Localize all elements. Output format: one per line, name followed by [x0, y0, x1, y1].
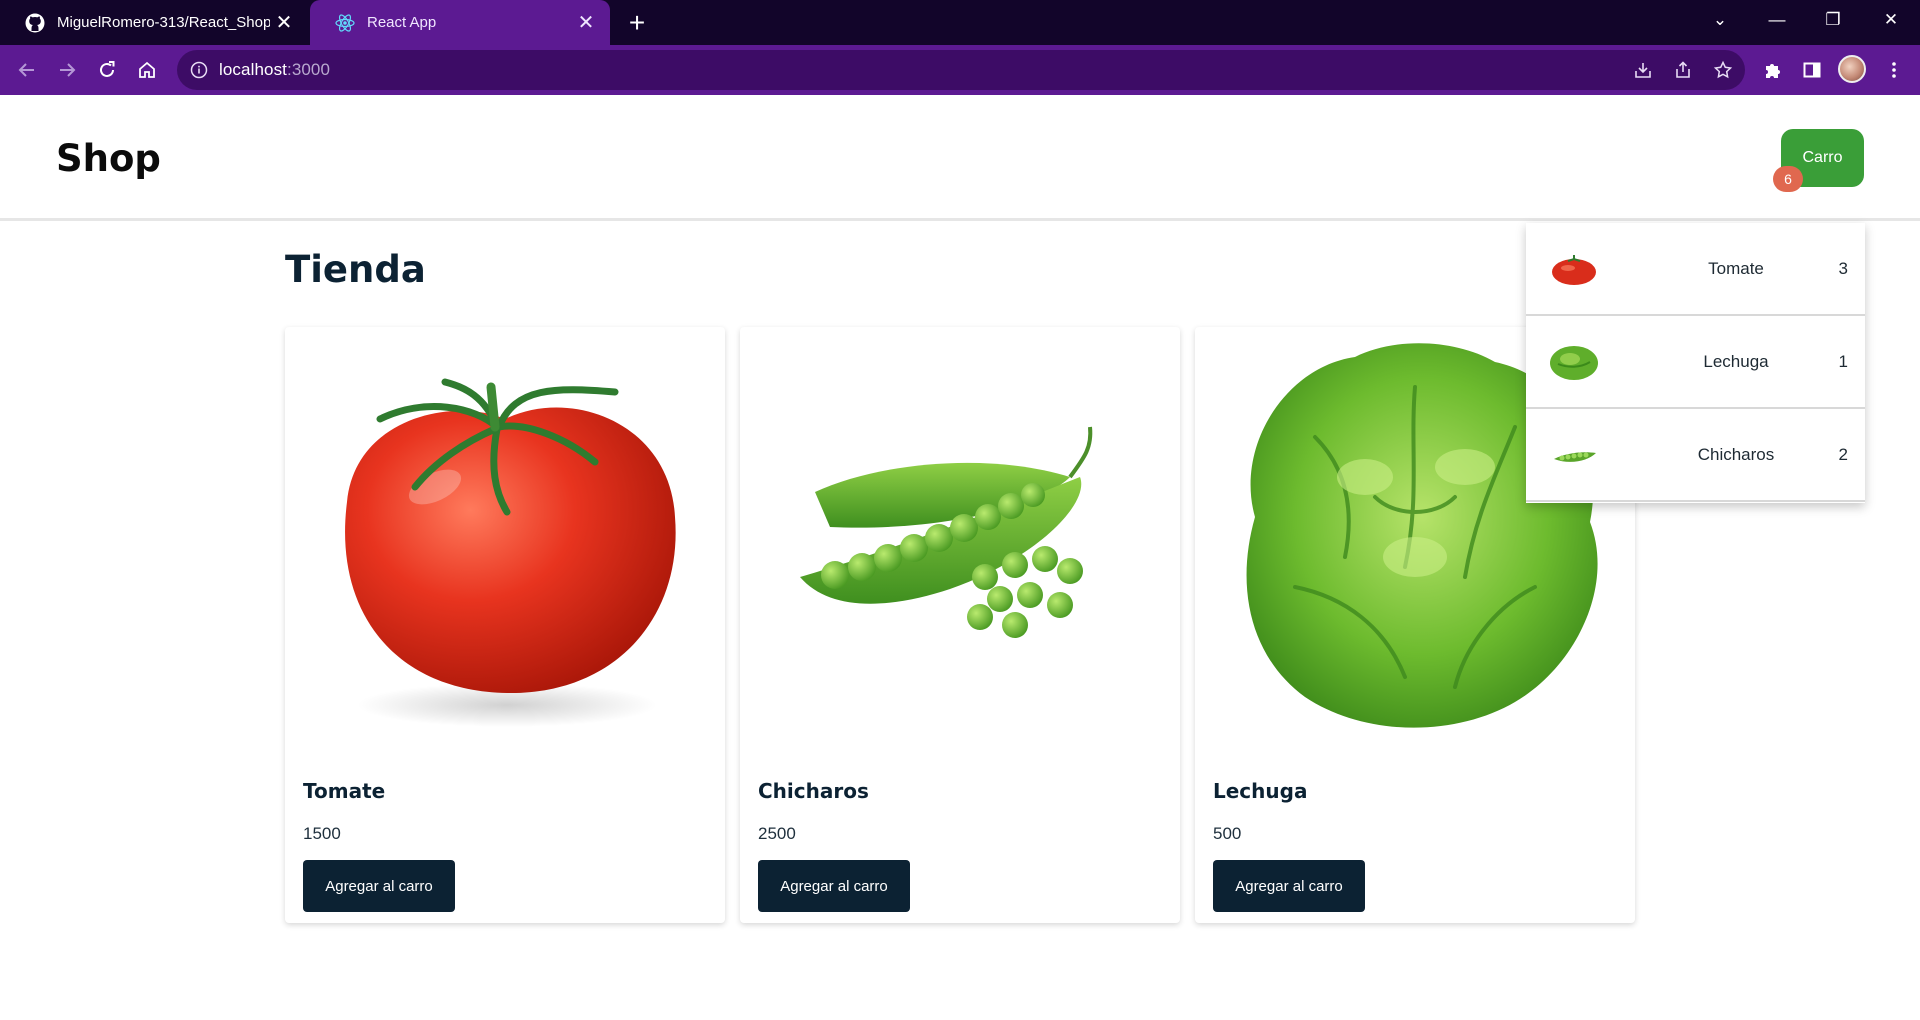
new-tab-button[interactable]: + [622, 7, 652, 38]
address-bar[interactable]: localhost:3000 [177, 50, 1745, 90]
brand-title: Shop [56, 137, 161, 180]
url-host: localhost [219, 60, 287, 79]
cart-dropdown: Tomate 3 Lechuga 1 Chicharos 2 [1526, 223, 1865, 503]
cart-item-quantity: 1 [1838, 351, 1848, 371]
restore-button[interactable]: ❐ [1808, 0, 1858, 40]
cart-item-quantity: 3 [1838, 258, 1848, 278]
close-window-button[interactable]: ✕ [1866, 0, 1916, 40]
peas-image [800, 426, 1093, 638]
github-icon [25, 13, 45, 33]
info-icon[interactable] [189, 60, 209, 80]
side-panel-icon[interactable] [1796, 54, 1828, 86]
url-port: :3000 [287, 60, 331, 79]
cart-count-badge: 6 [1773, 166, 1803, 192]
reload-icon[interactable] [91, 54, 123, 86]
tomato-thumb [1552, 255, 1596, 285]
product-card-chicharos: Chicharos 2500 Agregar al carro [740, 327, 1180, 923]
tab-title: React App [367, 14, 437, 31]
cart-item: Lechuga 1 [1526, 316, 1865, 409]
tab-search-chevron-icon[interactable]: ⌄ [1695, 0, 1745, 40]
back-icon[interactable] [11, 54, 43, 86]
cart-item-name: Lechuga [1703, 351, 1769, 371]
menu-kebab-icon[interactable] [1878, 54, 1910, 86]
tab-react-app[interactable]: React App ✕ [310, 0, 610, 45]
minimize-button[interactable]: — [1752, 0, 1802, 40]
add-to-cart-button[interactable]: Agregar al carro [1213, 860, 1365, 912]
forward-icon[interactable] [51, 54, 83, 86]
product-price: 500 [1213, 824, 1242, 843]
page-title: Tienda [285, 248, 426, 291]
url-text[interactable]: localhost:3000 [219, 60, 330, 80]
product-price: 2500 [758, 824, 796, 843]
tab-title: MiguelRomero-313/React_Shopp [57, 14, 270, 31]
cart-item: Tomate 3 [1526, 223, 1865, 316]
close-icon[interactable]: ✕ [270, 9, 298, 37]
tab-github[interactable]: MiguelRomero-313/React_Shopp ✕ [0, 0, 308, 45]
product-name: Lechuga [1213, 779, 1308, 803]
browser-tabstrip: MiguelRomero-313/React_Shopp ✕ React App… [0, 0, 1920, 45]
page-content: Shop Carro 6 Tienda Tomate 1500 Agregar … [0, 95, 1920, 1020]
cart-item-name: Chicharos [1697, 444, 1775, 464]
shop-navbar: Shop Carro 6 [0, 95, 1920, 221]
close-icon[interactable]: ✕ [572, 9, 600, 37]
install-app-icon[interactable] [1623, 50, 1663, 90]
cart-item-quantity: 2 [1838, 444, 1848, 464]
peas-thumb [1554, 452, 1596, 462]
share-icon[interactable] [1663, 50, 1703, 90]
product-name: Tomate [303, 779, 386, 803]
home-icon[interactable] [131, 54, 163, 86]
product-price: 1500 [303, 824, 341, 843]
product-card-tomate: Tomate 1500 Agregar al carro [285, 327, 725, 923]
browser-toolbar: localhost:3000 [0, 45, 1920, 95]
add-to-cart-button[interactable]: Agregar al carro [758, 860, 910, 912]
react-icon [335, 13, 355, 33]
tomato-image [345, 378, 676, 727]
extensions-puzzle-icon[interactable] [1756, 54, 1788, 86]
cart-item-name: Tomate [1708, 258, 1764, 278]
cart-item: Chicharos 2 [1526, 409, 1865, 502]
product-name: Chicharos [758, 779, 869, 803]
add-to-cart-button[interactable]: Agregar al carro [303, 860, 455, 912]
lettuce-thumb [1550, 346, 1598, 380]
bookmark-star-icon[interactable] [1703, 50, 1743, 90]
profile-avatar[interactable] [1838, 55, 1866, 83]
